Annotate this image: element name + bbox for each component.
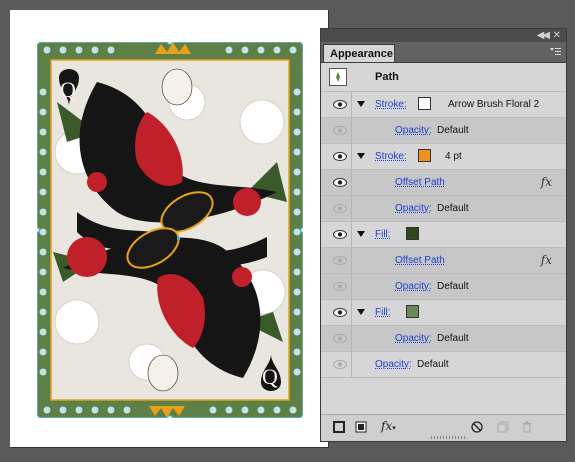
opacity-label[interactable]: Opacity: — [395, 203, 432, 214]
appearance-row-opacity[interactable]: Opacity: Default — [321, 118, 566, 144]
visibility-eye-icon[interactable] — [333, 334, 347, 343]
appearance-row-stroke[interactable]: Stroke: 4 pt — [321, 144, 566, 170]
appearance-row-opacity[interactable]: Opacity: Default — [321, 326, 566, 352]
eye-column-divider — [351, 118, 352, 143]
add-new-fill-icon[interactable] — [355, 421, 367, 433]
fill-color-swatch[interactable] — [406, 305, 419, 318]
eye-column-divider — [351, 196, 352, 221]
opacity-label[interactable]: Opacity: — [395, 125, 432, 136]
visibility-eye-icon[interactable] — [333, 152, 347, 161]
opacity-label[interactable]: Opacity: — [395, 333, 432, 344]
stroke-label[interactable]: Stroke: — [375, 99, 407, 110]
close-panel-icon[interactable]: ✕ — [553, 29, 561, 42]
disclosure-triangle-icon[interactable] — [357, 101, 365, 107]
visibility-eye-icon[interactable] — [333, 126, 347, 135]
stroke-color-swatch[interactable] — [418, 97, 431, 110]
eye-column-divider — [351, 326, 352, 351]
panel-menu-icon[interactable] — [548, 45, 562, 59]
disclosure-triangle-icon[interactable] — [357, 309, 365, 315]
add-new-stroke-icon[interactable] — [333, 421, 345, 433]
opacity-value: Default — [437, 125, 469, 136]
appearance-row-stroke[interactable]: Stroke: Arrow Brush Floral 2 — [321, 92, 566, 118]
opacity-value: Default — [437, 333, 469, 344]
delete-item-icon[interactable] — [521, 421, 533, 433]
appearance-row-effect[interactable]: Offset Path fx — [321, 248, 566, 274]
appearance-row-opacity[interactable]: Opacity: Default — [321, 274, 566, 300]
eye-column-divider — [351, 248, 352, 273]
effect-offset-path-link[interactable]: Offset Path — [395, 177, 445, 188]
visibility-eye-icon[interactable] — [333, 230, 347, 239]
fill-label[interactable]: Fill: — [375, 307, 391, 318]
visibility-eye-icon[interactable] — [333, 100, 347, 109]
artboard: Q Q — [10, 10, 329, 448]
eye-column-divider — [351, 352, 352, 377]
appearance-row-fill[interactable]: Fill: — [321, 300, 566, 326]
path-title: Path — [375, 71, 399, 83]
effect-fx-icon[interactable]: fx — [541, 175, 552, 189]
path-header-row[interactable]: Path — [321, 64, 566, 92]
duplicate-item-icon[interactable] — [497, 421, 509, 433]
queen-card-artwork[interactable]: Q Q — [37, 42, 303, 418]
eye-column-divider — [351, 92, 352, 117]
visibility-eye-icon[interactable] — [333, 178, 347, 187]
resize-grip[interactable] — [431, 436, 465, 439]
visibility-eye-icon[interactable] — [333, 282, 347, 291]
visibility-eye-icon[interactable] — [333, 360, 347, 369]
opacity-label[interactable]: Opacity: — [395, 281, 432, 292]
visibility-eye-icon[interactable] — [333, 308, 347, 317]
appearance-row-effect[interactable]: Offset Path fx — [321, 170, 566, 196]
eye-column-divider — [351, 170, 352, 195]
panel-tabbar: Appearance — [321, 42, 566, 63]
eye-column-divider — [351, 274, 352, 299]
stroke-color-swatch[interactable] — [418, 149, 431, 162]
clear-appearance-icon[interactable] — [471, 421, 483, 433]
eye-column-divider — [351, 144, 352, 169]
object-opacity-label[interactable]: Opacity: — [375, 359, 412, 370]
eye-column-divider — [351, 222, 352, 247]
appearance-row-object-opacity[interactable]: Opacity: Default — [321, 352, 566, 378]
opacity-value: Default — [437, 203, 469, 214]
path-thumbnail — [329, 68, 347, 86]
appearance-panel: ◀◀ ✕ Appearance Path Stroke: Arrow Brush … — [320, 28, 567, 442]
stroke-value[interactable]: Arrow Brush Floral 2 — [448, 99, 539, 110]
visibility-eye-icon[interactable] — [333, 204, 347, 213]
stroke-value[interactable]: 4 pt — [445, 151, 462, 162]
stroke-label[interactable]: Stroke: — [375, 151, 407, 162]
fill-label[interactable]: Fill: — [375, 229, 391, 240]
fill-color-swatch[interactable] — [406, 227, 419, 240]
add-new-effect-button[interactable]: fx▾ — [381, 419, 403, 433]
effect-fx-icon[interactable]: fx — [541, 253, 552, 267]
rank-bottom: Q — [262, 364, 278, 389]
collapse-panel-icon[interactable]: ◀◀ — [537, 29, 550, 42]
panel-titlebar[interactable]: ◀◀ ✕ — [321, 29, 566, 42]
eye-column-divider — [351, 300, 352, 325]
panel-bottom-toolbar: fx▾ — [321, 414, 566, 441]
appearance-row-fill[interactable]: Fill: — [321, 222, 566, 248]
opacity-value: Default — [437, 281, 469, 292]
effect-offset-path-link[interactable]: Offset Path — [395, 255, 445, 266]
rank-top: Q — [60, 77, 76, 102]
center-point — [177, 237, 180, 240]
disclosure-triangle-icon[interactable] — [357, 231, 365, 237]
tab-appearance[interactable]: Appearance — [323, 44, 395, 62]
appearance-rows: Path Stroke: Arrow Brush Floral 2 Opacity:… — [321, 64, 566, 378]
visibility-eye-icon[interactable] — [333, 256, 347, 265]
disclosure-triangle-icon[interactable] — [357, 153, 365, 159]
object-opacity-value: Default — [417, 359, 449, 370]
appearance-row-opacity[interactable]: Opacity: Default — [321, 196, 566, 222]
